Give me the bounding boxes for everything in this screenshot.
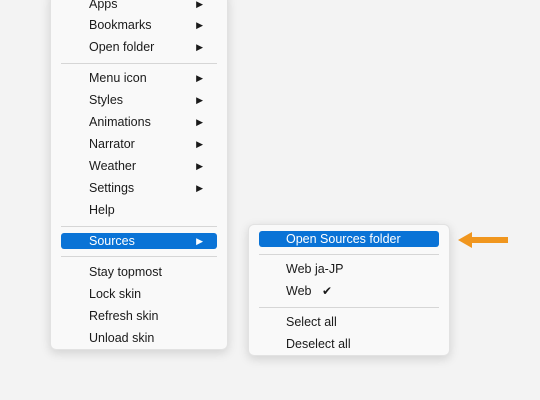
chevron-right-icon: ▶: [196, 0, 203, 9]
menu-item-bookmarks[interactable]: Bookmarks ▶: [61, 17, 217, 33]
menu-item-label: Apps: [89, 0, 118, 11]
menu-item-label: Animations: [89, 115, 151, 129]
menu-item-open-folder[interactable]: Open folder ▶: [61, 39, 217, 55]
checkmark-icon: ✔: [321, 284, 333, 298]
menu-item-narrator[interactable]: Narrator ▶: [61, 136, 217, 152]
menu-item-label: Web ja-JP: [286, 262, 344, 276]
chevron-right-icon: ▶: [196, 42, 203, 52]
menu-item-styles[interactable]: Styles ▶: [61, 92, 217, 108]
sources-submenu: Open Sources folder Web ja-JP Web ✔ Sele…: [248, 224, 450, 356]
menu-separator: [259, 254, 439, 255]
menu-item-label: Bookmarks: [89, 18, 152, 32]
menu-item-label: Settings: [89, 181, 135, 195]
menu-item-animations[interactable]: Animations ▶: [61, 114, 217, 130]
menu-separator: [61, 256, 217, 257]
menu-item-label: Narrator: [89, 137, 135, 151]
menu-item-label: Refresh skin: [89, 309, 159, 323]
chevron-right-icon: ▶: [196, 161, 203, 171]
menu-item-label: Select all: [286, 315, 337, 329]
chevron-right-icon: ▶: [196, 73, 203, 83]
menu-item-lock-skin[interactable]: Lock skin: [61, 286, 217, 302]
submenu-item-web[interactable]: Web ✔: [259, 283, 439, 299]
chevron-right-icon: ▶: [196, 95, 203, 105]
menu-separator: [61, 63, 217, 64]
menu-item-settings[interactable]: Settings ▶: [61, 180, 217, 196]
menu-item-label: Sources: [89, 234, 135, 248]
submenu-item-select-all[interactable]: Select all: [259, 314, 439, 330]
menu-item-unload-skin[interactable]: Unload skin: [61, 330, 217, 346]
arrow-left-icon: [458, 232, 508, 248]
menu-item-label: Open Sources folder: [286, 232, 401, 246]
chevron-right-icon: ▶: [196, 139, 203, 149]
menu-item-label: Unload skin: [89, 331, 155, 345]
menu-item-stay-topmost[interactable]: Stay topmost: [61, 264, 217, 280]
context-menu: Apps ▶ Bookmarks ▶ Open folder ▶ Menu ic…: [50, 0, 228, 350]
chevron-right-icon: ▶: [196, 236, 203, 246]
menu-separator: [61, 226, 217, 227]
menu-item-label: Lock skin: [89, 287, 142, 301]
menu-item-label: Open folder: [89, 40, 155, 54]
menu-item-label: Menu icon: [89, 71, 147, 85]
submenu-item-open-sources-folder[interactable]: Open Sources folder: [259, 231, 439, 247]
menu-item-label: Styles: [89, 93, 124, 107]
submenu-item-web-ja-jp[interactable]: Web ja-JP: [259, 261, 439, 277]
menu-item-label: Help: [89, 203, 115, 217]
menu-separator: [259, 307, 439, 308]
menu-item-label: Web: [286, 284, 312, 298]
menu-item-label: Deselect all: [286, 337, 351, 351]
chevron-right-icon: ▶: [196, 117, 203, 127]
menu-item-apps[interactable]: Apps ▶: [61, 0, 217, 12]
menu-item-refresh-skin[interactable]: Refresh skin: [61, 308, 217, 324]
chevron-right-icon: ▶: [196, 20, 203, 30]
menu-item-label: Stay topmost: [89, 265, 162, 279]
chevron-right-icon: ▶: [196, 183, 203, 193]
menu-item-menu-icon[interactable]: Menu icon ▶: [61, 70, 217, 86]
menu-item-sources[interactable]: Sources ▶: [61, 233, 217, 249]
menu-item-label: Weather: [89, 159, 137, 173]
menu-item-help[interactable]: Help: [61, 202, 217, 218]
menu-item-weather[interactable]: Weather ▶: [61, 158, 217, 174]
submenu-item-deselect-all[interactable]: Deselect all: [259, 336, 439, 352]
